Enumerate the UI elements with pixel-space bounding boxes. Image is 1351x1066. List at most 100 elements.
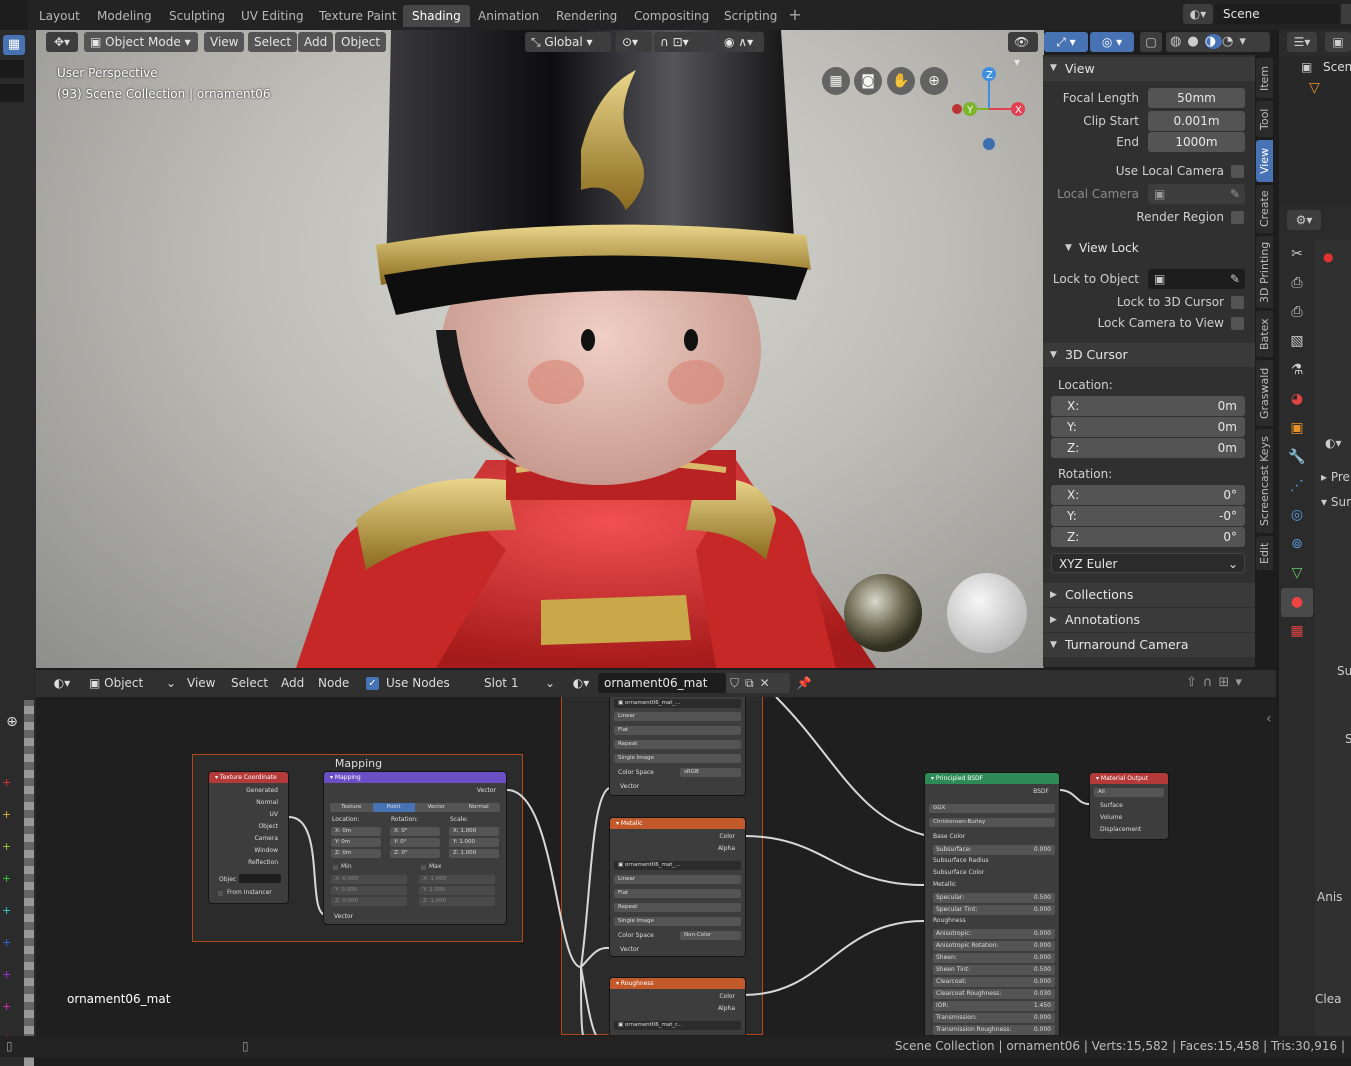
object-mode-dropdown[interactable]: ▣ Object Mode ▾ <box>84 32 198 52</box>
type-normal[interactable]: Normal <box>458 803 501 812</box>
rot-x-field[interactable]: X: 0° <box>390 827 440 836</box>
rotation-mode-dropdown[interactable]: XYZ Euler ⌄ <box>1051 553 1245 573</box>
node-header[interactable]: ▾ Roughness <box>610 978 745 989</box>
tab-tool[interactable]: Tool <box>1256 101 1273 137</box>
node-image-texture-metalic[interactable]: ▾ Metalic Color Alpha ▣ ornament06_mat_.… <box>609 817 746 957</box>
tab-screencast-keys[interactable]: Screencast Keys <box>1256 429 1273 533</box>
tab-modeling[interactable]: Modeling <box>88 5 161 27</box>
plus-purple-icon[interactable]: + <box>2 968 11 981</box>
color-space-dropdown[interactable]: Non-Color <box>680 931 741 940</box>
tab-compositing[interactable]: Compositing <box>625 5 718 27</box>
max-checkbox[interactable] <box>421 865 426 870</box>
collapse-turnaround-icon[interactable]: ▼ <box>1050 640 1057 650</box>
type-point[interactable]: Point <box>372 803 415 812</box>
subsurface-method-dropdown[interactable]: Christensen-Burley <box>929 818 1055 827</box>
cursor-loc-z-field[interactable]: Z: 0m <box>1051 438 1245 458</box>
node-image-texture-roughness[interactable]: ▾ Roughness Color Alpha ▣ ornament06_mat… <box>609 977 746 1035</box>
preview-section[interactable]: ▸ Pre <box>1321 470 1350 484</box>
pan-hand-icon[interactable]: ✋ <box>887 67 915 95</box>
properties-type-icon[interactable]: ⚙▾ <box>1287 210 1321 230</box>
rot-z-field[interactable]: Z: 0° <box>390 849 440 858</box>
bsdf-input-row[interactable]: Sheen: 0.000 <box>933 953 1055 963</box>
cursor-rot-y-field[interactable]: Y: -0° <box>1051 506 1245 526</box>
tab-view[interactable]: View <box>1256 140 1273 182</box>
node-image-texture-basecolor[interactable]: ▣ ornament06_mat_... Linear Flat Repeat … <box>609 697 746 796</box>
node-header[interactable]: ▾ Mapping <box>324 772 506 783</box>
panel-header-3d-cursor[interactable]: 3D Cursor <box>1043 343 1255 367</box>
plus-lime-icon[interactable]: + <box>2 840 11 853</box>
menu-view[interactable]: View <box>182 673 220 693</box>
material-tab-icon[interactable]: ● <box>1281 588 1313 617</box>
menu-view[interactable]: View <box>204 32 245 52</box>
node-principled-bsdf[interactable]: ▾ Principled BSDF BSDF GGX Christensen-B… <box>924 772 1060 1035</box>
source-dropdown[interactable]: Single Image <box>614 917 741 926</box>
render-region-checkbox[interactable] <box>1231 211 1244 224</box>
extension-dropdown[interactable]: Repeat <box>614 903 741 912</box>
slot-dropdown[interactable]: Slot 1 ⌄ <box>479 673 559 693</box>
3d-viewport[interactable]: User Perspective (93) Scene Collection |… <box>36 30 1044 668</box>
loc-y-field[interactable]: Y: 0m <box>331 838 381 847</box>
output-tab-icon[interactable]: ⎙ <box>1281 298 1313 327</box>
bsdf-input-row[interactable]: Subsurface: 0.000 <box>933 845 1055 855</box>
xray-icon[interactable]: ▢ <box>1140 32 1162 52</box>
interpolation-dropdown[interactable]: Linear <box>614 712 741 721</box>
snap-icon[interactable]: ∩ <box>1203 675 1219 690</box>
transform-orientation-dropdown[interactable]: ⤡ Global ▾ <box>525 32 611 52</box>
modifier-tab-icon[interactable]: 🔧 <box>1281 443 1313 472</box>
material-actions[interactable]: ⛉⧉✕ <box>726 673 790 693</box>
tab-rendering[interactable]: Rendering <box>547 5 626 27</box>
plus-pink-icon[interactable]: + <box>2 1000 11 1013</box>
image-field[interactable]: ▣ ornament06_mat_... <box>614 861 741 870</box>
plus-yellow-icon[interactable]: + <box>2 808 11 821</box>
material-slot-icon[interactable]: ◐▾ <box>1325 436 1342 450</box>
image-field[interactable]: ▣ ornament06_mat_... <box>614 699 741 708</box>
target-dropdown[interactable]: All <box>1094 788 1164 797</box>
menu-add[interactable]: Add <box>276 673 309 693</box>
editor-type-button[interactable]: ◐▾ <box>46 673 78 693</box>
clip-start-field[interactable]: 0.001m <box>1148 111 1245 131</box>
add-workspace-icon[interactable]: + <box>786 5 804 25</box>
node-header[interactable]: ▾ Principled BSDF <box>925 773 1059 784</box>
node-header[interactable]: ▾ Metalic <box>610 818 745 829</box>
mapping-type-selector[interactable]: Texture Point Vector Normal <box>330 803 500 812</box>
object-tab-icon[interactable]: ▣ <box>1281 414 1313 443</box>
scene-name-field[interactable]: Scene <box>1215 4 1339 24</box>
min-y-field[interactable]: Y: 0.000 <box>331 886 407 895</box>
scene-selector-icon[interactable]: ◐▾ <box>1183 4 1213 24</box>
toggle-grid-icon[interactable]: ▦ <box>822 67 850 95</box>
loc-z-field[interactable]: Z: 0m <box>331 849 381 858</box>
tab-item[interactable]: Item <box>1256 58 1273 98</box>
loc-x-field[interactable]: X: 0m <box>331 827 381 836</box>
node-header[interactable]: ▾ Texture Coordinate <box>209 772 288 783</box>
collapse-view-lock-icon[interactable]: ▼ <box>1065 243 1072 253</box>
scale-z-field[interactable]: Z: 1.000 <box>449 849 499 858</box>
bsdf-input-row[interactable]: Specular: 0.500 <box>933 893 1055 903</box>
bsdf-input-row[interactable]: Specular Tint: 0.000 <box>933 905 1055 915</box>
fake-user-icon[interactable]: ⛉ <box>730 676 745 690</box>
clip-end-field[interactable]: 1000m <box>1148 132 1245 152</box>
unlink-icon[interactable]: ✕ <box>760 676 776 690</box>
tab-sculpting[interactable]: Sculpting <box>160 5 234 27</box>
rot-y-field[interactable]: Y: 0° <box>390 838 440 847</box>
editor-type-icon[interactable]: ▦ <box>3 35 25 55</box>
parent-icon[interactable]: ⇧ <box>1186 675 1203 690</box>
zoom-icon[interactable]: ⊕ <box>0 710 24 734</box>
particles-tab-icon[interactable]: ⋰ <box>1281 472 1313 501</box>
pin-icon[interactable]: 📌 <box>794 673 814 693</box>
material-name-field[interactable]: ornament06_mat <box>598 673 726 693</box>
interpolation-dropdown[interactable]: Linear <box>614 875 741 884</box>
min-x-field[interactable]: X: 0.000 <box>331 875 407 884</box>
local-camera-field[interactable]: ▣ ✎ <box>1148 184 1245 204</box>
render-tab-icon[interactable]: ⎙ <box>1281 269 1313 298</box>
plus-green-icon[interactable]: + <box>2 872 11 885</box>
tab-animation[interactable]: Animation <box>469 5 548 27</box>
node-texture-coordinate[interactable]: ▾ Texture Coordinate Generated Normal UV… <box>208 771 289 904</box>
max-x-field[interactable]: X: 1.000 <box>419 875 495 884</box>
node-editor-canvas[interactable]: Mapping ▾ Texture Coordinate Generated N… <box>36 697 1276 1035</box>
projection-dropdown[interactable]: Flat <box>614 726 741 735</box>
tab-batex[interactable]: Batex <box>1256 311 1273 357</box>
duplicate-icon[interactable]: ⧉ <box>745 676 760 690</box>
surface-section[interactable]: ▾ Sur <box>1321 495 1351 509</box>
tab-texture-paint[interactable]: Texture Paint <box>310 5 405 27</box>
snap-grid-icon[interactable]: ⊞▾ <box>1218 675 1247 690</box>
